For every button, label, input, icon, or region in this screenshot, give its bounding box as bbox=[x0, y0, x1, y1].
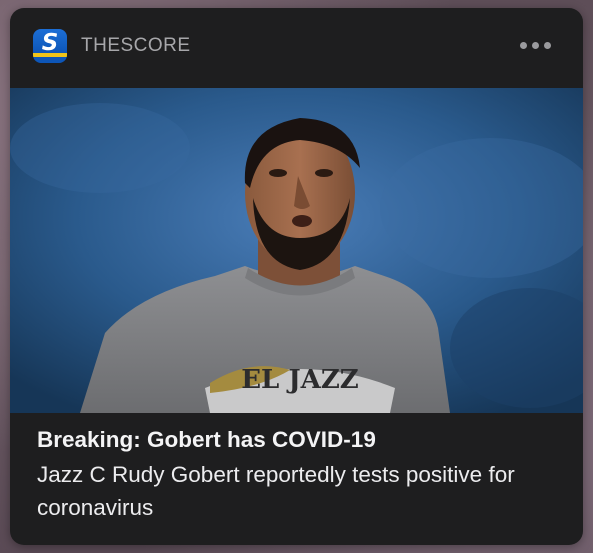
thescore-app-icon: S bbox=[33, 29, 67, 63]
more-dot bbox=[543, 41, 551, 49]
notification-card[interactable]: S THESCORE EL JAZZ Breaking: Gobert has … bbox=[10, 8, 583, 545]
player-illustration: EL JAZZ bbox=[10, 88, 583, 413]
notification-headline: Breaking: Gobert has COVID-19 bbox=[37, 427, 376, 452]
jersey-text: EL JAZZ bbox=[241, 365, 359, 395]
news-photo[interactable]: EL JAZZ bbox=[10, 88, 583, 413]
notification-body: Jazz C Rudy Gobert reportedly tests posi… bbox=[37, 462, 515, 520]
app-name: THESCORE bbox=[81, 35, 191, 56]
more-options-icon[interactable] bbox=[510, 33, 560, 57]
more-dot bbox=[531, 41, 539, 49]
more-dot bbox=[519, 41, 527, 49]
app-icon-letter: S bbox=[41, 30, 59, 56]
notification-header: S THESCORE bbox=[10, 8, 583, 88]
